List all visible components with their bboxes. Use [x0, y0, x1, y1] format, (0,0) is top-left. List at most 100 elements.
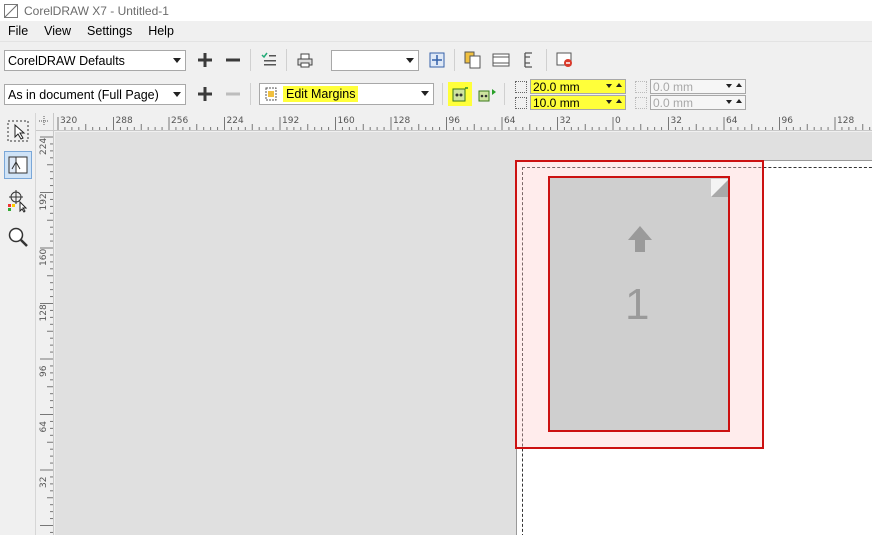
- horizontal-ruler[interactable]: 320 288 256 224 192 160 128 96 64 32 0 32 64 96 128: [54, 113, 872, 131]
- ruler-v-label: 160: [39, 249, 49, 266]
- spin-down-icon[interactable]: [726, 84, 732, 88]
- checklist-icon: [261, 52, 276, 66]
- ruler-h-label: 64: [726, 116, 738, 126]
- page-layout-highlight-inner: [548, 176, 730, 432]
- menu-bar: File View Settings Help: [0, 21, 872, 42]
- ruler-v-label: 64: [39, 421, 49, 433]
- ruler-v-label: 224: [39, 138, 49, 155]
- vertical-ruler[interactable]: 2241921601289664320: [36, 131, 54, 535]
- title-bar: CorelDRAW X7 - Untitled-1: [0, 0, 872, 21]
- top-margin-input[interactable]: 20.0 mm: [530, 79, 626, 94]
- spin-down-icon[interactable]: [606, 84, 612, 88]
- left-margin-value: 10.0 mm: [533, 95, 580, 110]
- ruler-h-label: 128: [393, 116, 410, 126]
- spin-up-icon[interactable]: [736, 83, 742, 87]
- right-margin-value: 0.0 mm: [653, 95, 694, 110]
- margins-icon: [265, 87, 277, 101]
- print-preview-workspace[interactable]: 1: [55, 132, 872, 535]
- margins-select-value: Edit Margins: [283, 86, 359, 102]
- print-button[interactable]: [294, 49, 316, 71]
- options-list-button[interactable]: [258, 49, 280, 71]
- left-margin-input[interactable]: 10.0 mm: [530, 95, 626, 110]
- marks-tool[interactable]: [4, 187, 32, 215]
- right-margin-icon: [635, 97, 647, 109]
- bracket-button[interactable]: [518, 49, 540, 71]
- ruler-h-label: 96: [782, 116, 794, 126]
- ruler-h-label: 32: [560, 116, 571, 126]
- vertical-ruler-ticks: 2241921601289664320: [39, 136, 53, 533]
- chevron-down-icon: [406, 58, 414, 63]
- page-select[interactable]: As in document (Full Page): [4, 84, 186, 105]
- margin-apply-button[interactable]: [476, 83, 498, 105]
- ruler-origin[interactable]: [36, 113, 54, 131]
- toolbar-separator: [250, 49, 251, 71]
- fit-page-button[interactable]: [426, 49, 448, 71]
- menu-view[interactable]: View: [36, 21, 79, 42]
- coreldraw-window: CorelDRAW X7 - Untitled-1 File View Sett…: [0, 0, 872, 535]
- spin-down-icon[interactable]: [606, 100, 612, 104]
- ruler-h-label: 160: [338, 116, 355, 126]
- top-margin-icon: [515, 81, 527, 93]
- ruler-h-label: 0: [615, 116, 621, 126]
- margins-select[interactable]: Edit Margins: [259, 83, 434, 105]
- remove-page-setting-button[interactable]: [222, 83, 244, 105]
- ruler-h-label: 96: [449, 116, 461, 126]
- toolbar-separator: [250, 83, 251, 105]
- add-page-setting-button[interactable]: [194, 83, 216, 105]
- toolbar-separator: [546, 49, 547, 71]
- preset-toolbar: CorelDRAW Defaults: [0, 43, 872, 77]
- page-layout-icon: [8, 156, 28, 174]
- ruler-h-label: 320: [60, 116, 77, 126]
- bottom-margin-input[interactable]: 0.0 mm: [650, 79, 746, 94]
- margin-lock-icon: [452, 87, 468, 102]
- menu-settings[interactable]: Settings: [79, 21, 140, 42]
- spin-up-icon[interactable]: [616, 83, 622, 87]
- ruler-h-label: 32: [671, 116, 682, 126]
- margin-apply-icon: [478, 89, 496, 102]
- bottom-margin-value: 0.0 mm: [653, 79, 694, 94]
- spin-down-icon[interactable]: [726, 100, 732, 104]
- plus-icon: [198, 53, 212, 67]
- toolbox: [0, 113, 36, 535]
- add-preset-button[interactable]: [194, 49, 216, 71]
- toolbar-separator: [442, 83, 443, 105]
- preset-select[interactable]: CorelDRAW Defaults: [4, 50, 186, 71]
- close-preview-button[interactable]: [554, 49, 576, 71]
- copies-icon: [464, 51, 481, 69]
- ruler-h-label: 224: [227, 116, 244, 126]
- printer-select[interactable]: [331, 50, 419, 71]
- page-select-value: As in document (Full Page): [8, 87, 159, 102]
- page-tool[interactable]: [4, 151, 32, 179]
- film-button[interactable]: [490, 49, 512, 71]
- zoom-tool[interactable]: [4, 223, 32, 251]
- page-toolbar: As in document (Full Page) Edit Margins …: [0, 77, 872, 113]
- left-margin-icon: [515, 97, 527, 109]
- spin-up-icon[interactable]: [616, 99, 622, 103]
- top-margin-value: 20.0 mm: [533, 79, 580, 94]
- crosshair-marks-icon: [8, 190, 28, 213]
- ruler-v-label: 192: [39, 193, 49, 210]
- window-title: CorelDRAW X7 - Untitled-1: [24, 3, 169, 18]
- copies-button[interactable]: [462, 49, 484, 71]
- chevron-down-icon: [421, 91, 429, 96]
- menu-file[interactable]: File: [0, 21, 36, 42]
- pick-arrow-icon: [7, 120, 29, 142]
- menu-help[interactable]: Help: [140, 21, 182, 42]
- minus-icon: [226, 92, 240, 96]
- pick-tool[interactable]: [4, 117, 32, 145]
- printer-icon: [297, 53, 313, 68]
- margin-lock-button[interactable]: [448, 82, 472, 106]
- spin-up-icon[interactable]: [736, 99, 742, 103]
- chevron-down-icon: [173, 92, 181, 97]
- bracket-icon: [524, 52, 532, 68]
- toolbar-separator: [454, 49, 455, 71]
- remove-preset-button[interactable]: [222, 49, 244, 71]
- ruler-h-label: 288: [116, 116, 133, 126]
- horizontal-ruler-ticks: 320 288 256 224 192 160 128 96 64 32 0 32 64 96 128: [57, 116, 871, 130]
- film-strip-icon: [492, 53, 510, 67]
- ruler-v-label: 96: [39, 365, 49, 377]
- toolbar-separator: [286, 49, 287, 71]
- bottom-margin-icon: [635, 81, 647, 93]
- right-margin-input[interactable]: 0.0 mm: [650, 95, 746, 110]
- ruler-v-label: 128: [39, 304, 49, 321]
